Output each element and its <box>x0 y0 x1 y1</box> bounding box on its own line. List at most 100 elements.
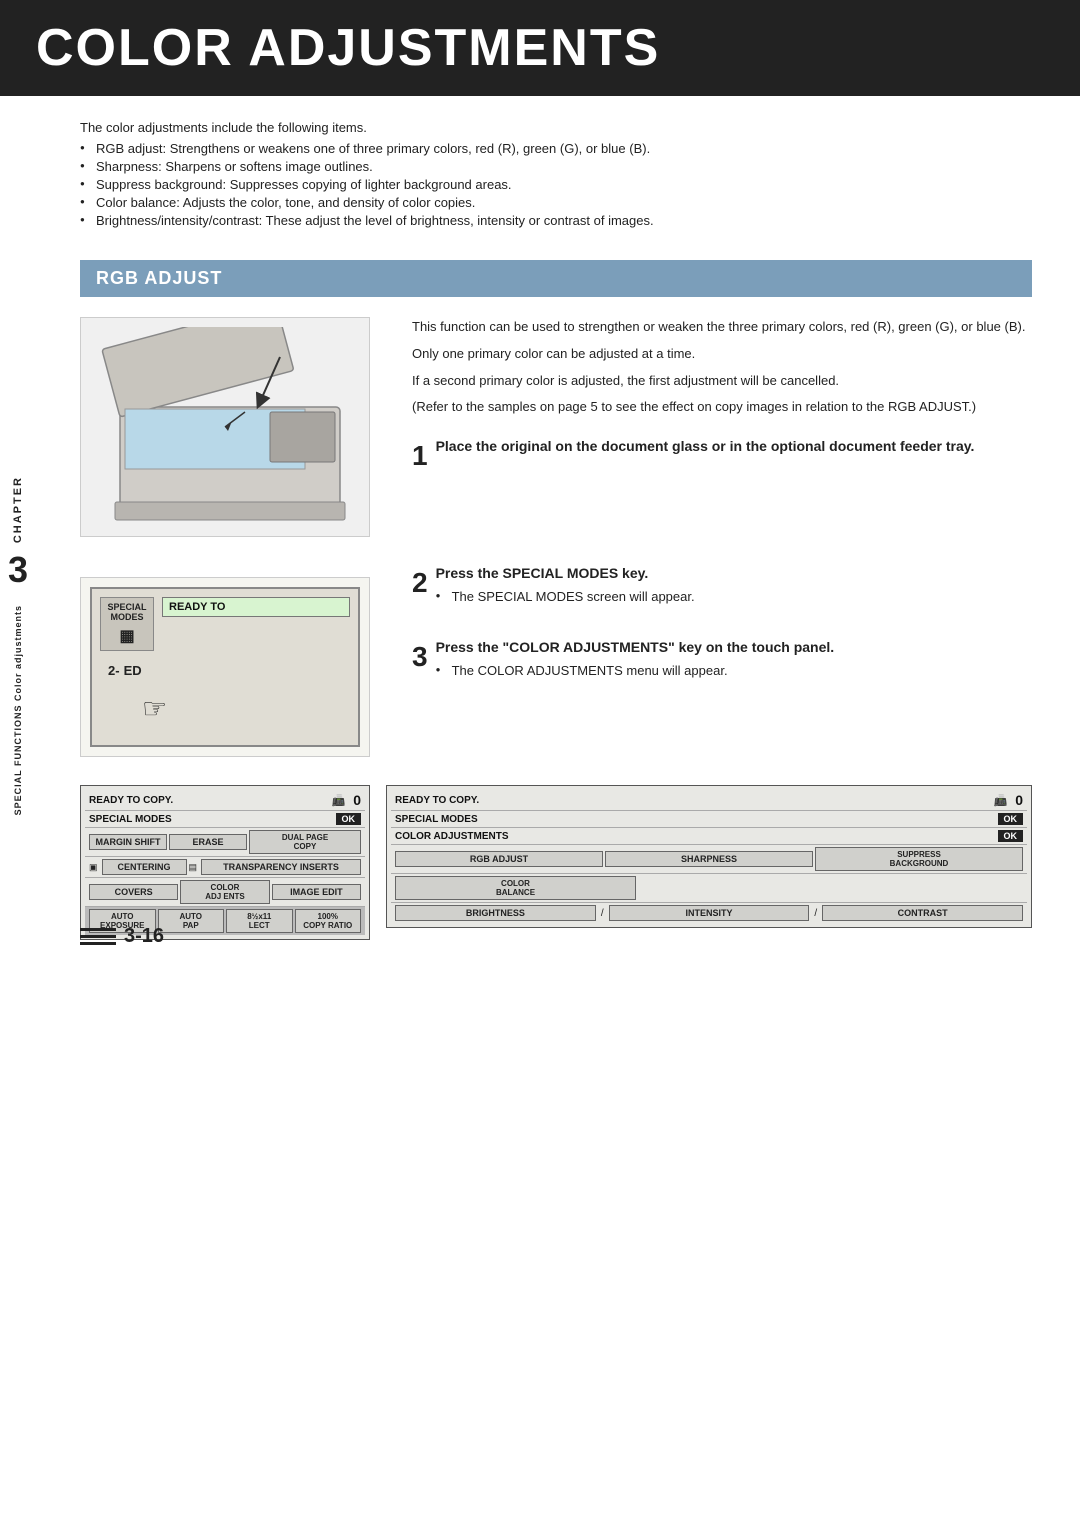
screen-left-wrapper: READY TO COPY. 📠 0 SPECIAL MODES OK MARG… <box>80 785 370 940</box>
sep2: / <box>811 908 820 919</box>
intensity-btn[interactable]: INTENSITY <box>609 905 810 921</box>
intro-lead: The color adjustments include the follow… <box>80 120 1032 135</box>
screen-left-row5: COVERS COLORADJ ENTS IMAGE EDIT <box>85 878 365 907</box>
sep1: / <box>598 908 607 919</box>
step-1-section: This function can be used to strengthen … <box>80 317 1032 537</box>
centering-icon: ▣ <box>89 862 98 873</box>
step-2-section: SPECIAL MODES ▦ READY TO 2- ED ☞ <box>80 565 1032 757</box>
covers-btn[interactable]: COVERS <box>89 884 178 900</box>
step-3-title: Press the "COLOR ADJUSTMENTS" key on the… <box>436 639 1016 655</box>
intro-section: The color adjustments include the follow… <box>80 120 1032 228</box>
step-1-content: Place the original on the document glass… <box>436 438 1016 460</box>
margin-shift-btn[interactable]: MARGIN SHIFT <box>89 834 167 850</box>
screen-left-special-label: SPECIAL MODES <box>89 814 334 825</box>
page-number: 3-16 <box>124 925 164 948</box>
contrast-btn[interactable]: CONTRAST <box>822 905 1023 921</box>
step-2-right: 2 Press the SPECIAL MODES key. The SPECI… <box>412 565 1032 757</box>
page-num-line-3 <box>80 942 116 945</box>
copier-illustration <box>80 317 370 537</box>
page-num-line-2 <box>80 935 116 938</box>
color-balance-btn[interactable]: COLORBALANCE <box>395 876 636 900</box>
step-2-left: SPECIAL MODES ▦ READY TO 2- ED ☞ <box>80 565 380 757</box>
intro-bullet-2: Sharpness: Sharpens or softens image out… <box>80 159 1032 174</box>
color-adj-btn[interactable]: COLORADJ ENTS <box>180 880 269 904</box>
desc-line-1: This function can be used to strengthen … <box>412 317 1032 338</box>
page-num-line-1 <box>80 928 116 931</box>
chapter-sidebar: CHAPTER 3 SPECIAL FUNCTIONS Color adjust… <box>0 476 36 816</box>
desc-line-3: If a second primary color is adjusted, t… <box>412 371 1032 392</box>
screen-right-row6: BRIGHTNESS / INTENSITY / CONTRAST <box>391 903 1027 923</box>
section-header: RGB ADJUST <box>80 260 1032 297</box>
sp-dial-row: 2- ED <box>100 663 350 678</box>
chapter-number: 3 <box>8 549 28 591</box>
screen-left-ready-label: READY TO COPY. <box>89 795 330 806</box>
select-btn[interactable]: 8½x11LECT <box>226 909 293 933</box>
transparency-icon: ▤ <box>189 862 198 873</box>
erase-btn[interactable]: ERASE <box>169 834 247 850</box>
step-2-number: 2 <box>412 567 428 599</box>
screen-right-ok1[interactable]: OK <box>998 813 1024 825</box>
step-3-bullet: The COLOR ADJUSTMENTS menu will appear. <box>436 661 1016 681</box>
step-1-left <box>80 317 380 537</box>
step-1-right: This function can be used to strengthen … <box>412 317 1032 537</box>
desc-line-2: Only one primary color can be adjusted a… <box>412 344 1032 365</box>
centering-btn[interactable]: CENTERING <box>102 859 187 875</box>
fax-icon-right: 📠 <box>994 794 1008 807</box>
special-panel-box: SPECIAL MODES ▦ READY TO 2- ED ☞ <box>90 587 360 747</box>
ratio-btn[interactable]: 100%COPY RATIO <box>295 909 362 933</box>
screen-left-row4: ▣ CENTERING ▤ TRANSPARENCY INSERTS <box>85 857 365 878</box>
page-title: COLOR ADJUSTMENTS <box>36 18 1044 78</box>
step-1-number: 1 <box>412 440 428 472</box>
intro-bullet-5: Brightness/intensity/contrast: These adj… <box>80 213 1032 228</box>
sp-key-line1: SPECIAL <box>107 602 147 612</box>
main-content: CHAPTER 3 SPECIAL FUNCTIONS Color adjust… <box>0 96 1080 964</box>
image-edit-btn[interactable]: IMAGE EDIT <box>272 884 361 900</box>
step-1: 1 Place the original on the document gla… <box>412 438 1032 472</box>
chapter-sub: SPECIAL FUNCTIONS Color adjustments <box>13 605 23 815</box>
step-3-number: 3 <box>412 641 428 673</box>
screen-left: READY TO COPY. 📠 0 SPECIAL MODES OK MARG… <box>80 785 370 940</box>
sp-key-line2: MODES <box>107 612 147 622</box>
intro-list: RGB adjust: Strengthens or weakens one o… <box>80 141 1032 228</box>
screen-left-row3: MARGIN SHIFT ERASE DUAL PAGECOPY <box>85 828 365 857</box>
intro-bullet-4: Color balance: Adjusts the color, tone, … <box>80 195 1032 210</box>
screen-right-row3: COLOR ADJUSTMENTS OK <box>391 828 1027 845</box>
step-3-body: The COLOR ADJUSTMENTS menu will appear. <box>436 661 1016 681</box>
special-modes-key[interactable]: SPECIAL MODES ▦ <box>100 597 154 651</box>
transparency-btn[interactable]: TRANSPARENCY INSERTS <box>201 859 361 875</box>
step-2-content: Press the SPECIAL MODES key. The SPECIAL… <box>436 565 1016 607</box>
rgb-adjust-btn[interactable]: RGB ADJUST <box>395 851 603 867</box>
screen-right-row4: RGB ADJUST SHARPNESS SUPPRESSBACKGROUND <box>391 845 1027 874</box>
sp-dial-left: 2- <box>108 663 120 678</box>
dual-page-btn[interactable]: DUAL PAGECOPY <box>249 830 361 854</box>
screen-right-row5: COLORBALANCE <box>391 874 1027 903</box>
description-block: This function can be used to strengthen … <box>412 317 1032 418</box>
suppress-bg-btn[interactable]: SUPPRESSBACKGROUND <box>815 847 1023 871</box>
step-2-body: The SPECIAL MODES screen will appear. <box>436 587 1016 607</box>
step-2-title: Press the SPECIAL MODES key. <box>436 565 1016 581</box>
fax-icon-left: 📠 <box>332 794 346 807</box>
step-2-bullet: The SPECIAL MODES screen will appear. <box>436 587 1016 607</box>
screen-left-row2: SPECIAL MODES OK <box>85 811 365 828</box>
brightness-btn[interactable]: BRIGHTNESS <box>395 905 596 921</box>
step-2: 2 Press the SPECIAL MODES key. The SPECI… <box>412 565 1032 607</box>
title-bar: COLOR ADJUSTMENTS <box>0 0 1080 96</box>
step-3-content: Press the "COLOR ADJUSTMENTS" key on the… <box>436 639 1016 681</box>
sp-top-row: SPECIAL MODES ▦ READY TO <box>100 597 350 651</box>
chapter-label: CHAPTER <box>12 476 24 543</box>
screen-right-ok2[interactable]: OK <box>998 830 1024 842</box>
screen-right: READY TO COPY. 📠 0 SPECIAL MODES OK COLO… <box>386 785 1032 928</box>
copier-svg <box>90 327 360 527</box>
intro-bullet-3: Suppress background: Suppresses copying … <box>80 177 1032 192</box>
screen-right-ready-label: READY TO COPY. <box>395 795 992 806</box>
paper-btn[interactable]: AUTOPAP <box>158 909 225 933</box>
page-number-area: 3-16 <box>80 925 164 948</box>
step-3: 3 Press the "COLOR ADJUSTMENTS" key on t… <box>412 639 1032 681</box>
page-num-decoration <box>80 928 116 945</box>
screen-left-ok[interactable]: OK <box>336 813 362 825</box>
screen-right-zero: 0 <box>1015 792 1023 808</box>
special-modes-panel: SPECIAL MODES ▦ READY TO 2- ED ☞ <box>80 577 370 757</box>
step-1-title: Place the original on the document glass… <box>436 438 1016 454</box>
sharpness-btn[interactable]: SHARPNESS <box>605 851 813 867</box>
screen-left-zero: 0 <box>353 792 361 808</box>
